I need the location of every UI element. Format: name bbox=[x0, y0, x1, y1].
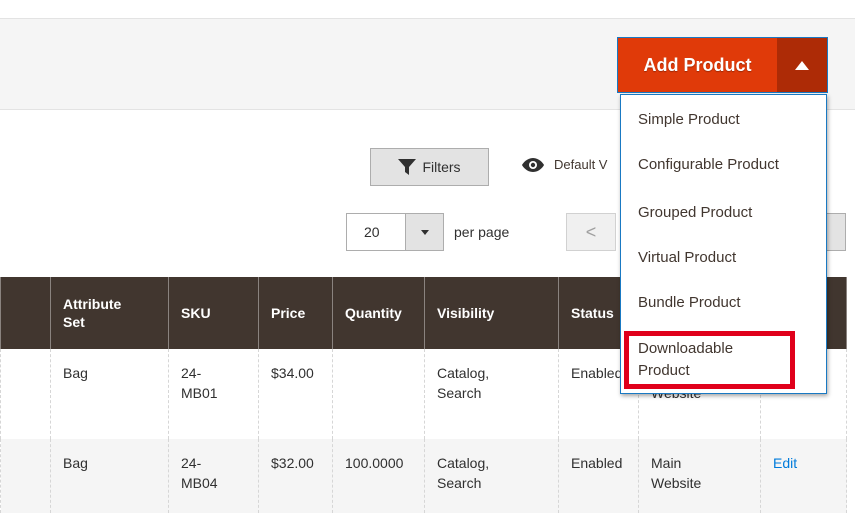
per-page-selector: 20 per page bbox=[346, 213, 509, 251]
column-header-sku[interactable]: SKU bbox=[168, 277, 259, 349]
cell-visibility-line1: Catalog, bbox=[437, 455, 490, 471]
cell-visibility: Catalog, Search bbox=[424, 439, 559, 513]
cell-select[interactable] bbox=[0, 349, 51, 439]
top-strip bbox=[0, 0, 855, 19]
column-header-price[interactable]: Price bbox=[258, 277, 333, 349]
cell-attribute-set: Bag bbox=[50, 439, 169, 513]
menu-item-downloadable-line1: Downloadable bbox=[638, 340, 734, 357]
menu-item-simple-product[interactable]: Simple Product bbox=[638, 109, 740, 131]
cell-visibility-line2: Search bbox=[437, 385, 482, 401]
cell-price: $34.00 bbox=[258, 349, 333, 439]
cell-visibility-line2: Search bbox=[437, 475, 482, 491]
cell-sku-line1: 24- bbox=[181, 365, 202, 381]
cell-visibility-line1: Catalog, bbox=[437, 365, 490, 381]
cell-attribute-set: Bag bbox=[50, 349, 169, 439]
cell-status: Enabled bbox=[558, 439, 639, 513]
default-view-label: Default V bbox=[554, 157, 608, 172]
add-product-dropdown-menu: Simple Product Configurable Product Grou… bbox=[620, 94, 827, 394]
cell-sku-line2: MB04 bbox=[181, 475, 218, 491]
filter-funnel-icon bbox=[398, 159, 417, 175]
menu-item-configurable-product[interactable]: Configurable Product bbox=[638, 154, 779, 176]
cell-price: $32.00 bbox=[258, 439, 333, 513]
caret-down-icon bbox=[420, 229, 429, 235]
column-header-attribute-set-line2: Set bbox=[63, 314, 85, 330]
cell-websites: Main Website bbox=[638, 439, 761, 513]
chevron-left-icon: < bbox=[585, 221, 597, 242]
menu-item-bundle-product[interactable]: Bundle Product bbox=[638, 292, 741, 314]
menu-item-downloadable-product[interactable]: Downloadable Product bbox=[638, 338, 733, 382]
table-row[interactable]: Bag 24- MB04 $32.00 100.0000 Catalog, Sear… bbox=[0, 439, 847, 513]
cell-quantity bbox=[332, 349, 425, 439]
add-product-button[interactable]: Add Product bbox=[618, 38, 777, 92]
cell-websites-line2: Website bbox=[651, 475, 702, 491]
per-page-value[interactable]: 20 bbox=[346, 213, 406, 251]
cell-sku: 24- MB04 bbox=[168, 439, 259, 513]
filters-button[interactable]: Filters bbox=[370, 148, 489, 186]
cell-visibility: Catalog, Search bbox=[424, 349, 559, 439]
column-header-attribute-set-line1: Attribute bbox=[63, 296, 122, 312]
default-view-switcher[interactable]: Default V bbox=[522, 157, 607, 172]
cell-sku-line1: 24- bbox=[181, 455, 202, 471]
cell-sku-line2: MB01 bbox=[181, 385, 218, 401]
menu-item-grouped-product[interactable]: Grouped Product bbox=[638, 202, 752, 224]
column-header-quantity[interactable]: Quantity bbox=[332, 277, 425, 349]
filters-button-label: Filters bbox=[422, 159, 461, 175]
caret-up-icon bbox=[795, 60, 809, 70]
column-header-visibility[interactable]: Visibility bbox=[424, 277, 559, 349]
add-product-toggle-button[interactable] bbox=[777, 38, 827, 92]
pager-prev-button[interactable]: < bbox=[566, 213, 616, 251]
pager-next-button[interactable] bbox=[826, 213, 846, 251]
cell-quantity: 100.0000 bbox=[332, 439, 425, 513]
cell-action: Edit bbox=[760, 439, 847, 513]
menu-item-downloadable-line2: Product bbox=[638, 362, 690, 379]
column-header-select[interactable] bbox=[0, 277, 51, 349]
column-header-attribute-set[interactable]: Attribute Set bbox=[50, 277, 169, 349]
edit-link[interactable]: Edit bbox=[773, 455, 797, 471]
add-product-split-button: Add Product bbox=[617, 37, 828, 93]
per-page-dropdown-button[interactable] bbox=[406, 213, 444, 251]
cell-sku: 24- MB01 bbox=[168, 349, 259, 439]
cell-select[interactable] bbox=[0, 439, 51, 513]
menu-item-virtual-product[interactable]: Virtual Product bbox=[638, 247, 736, 269]
cell-websites-line1: Main bbox=[651, 455, 682, 471]
eye-icon bbox=[522, 157, 544, 172]
per-page-label: per page bbox=[454, 224, 510, 240]
